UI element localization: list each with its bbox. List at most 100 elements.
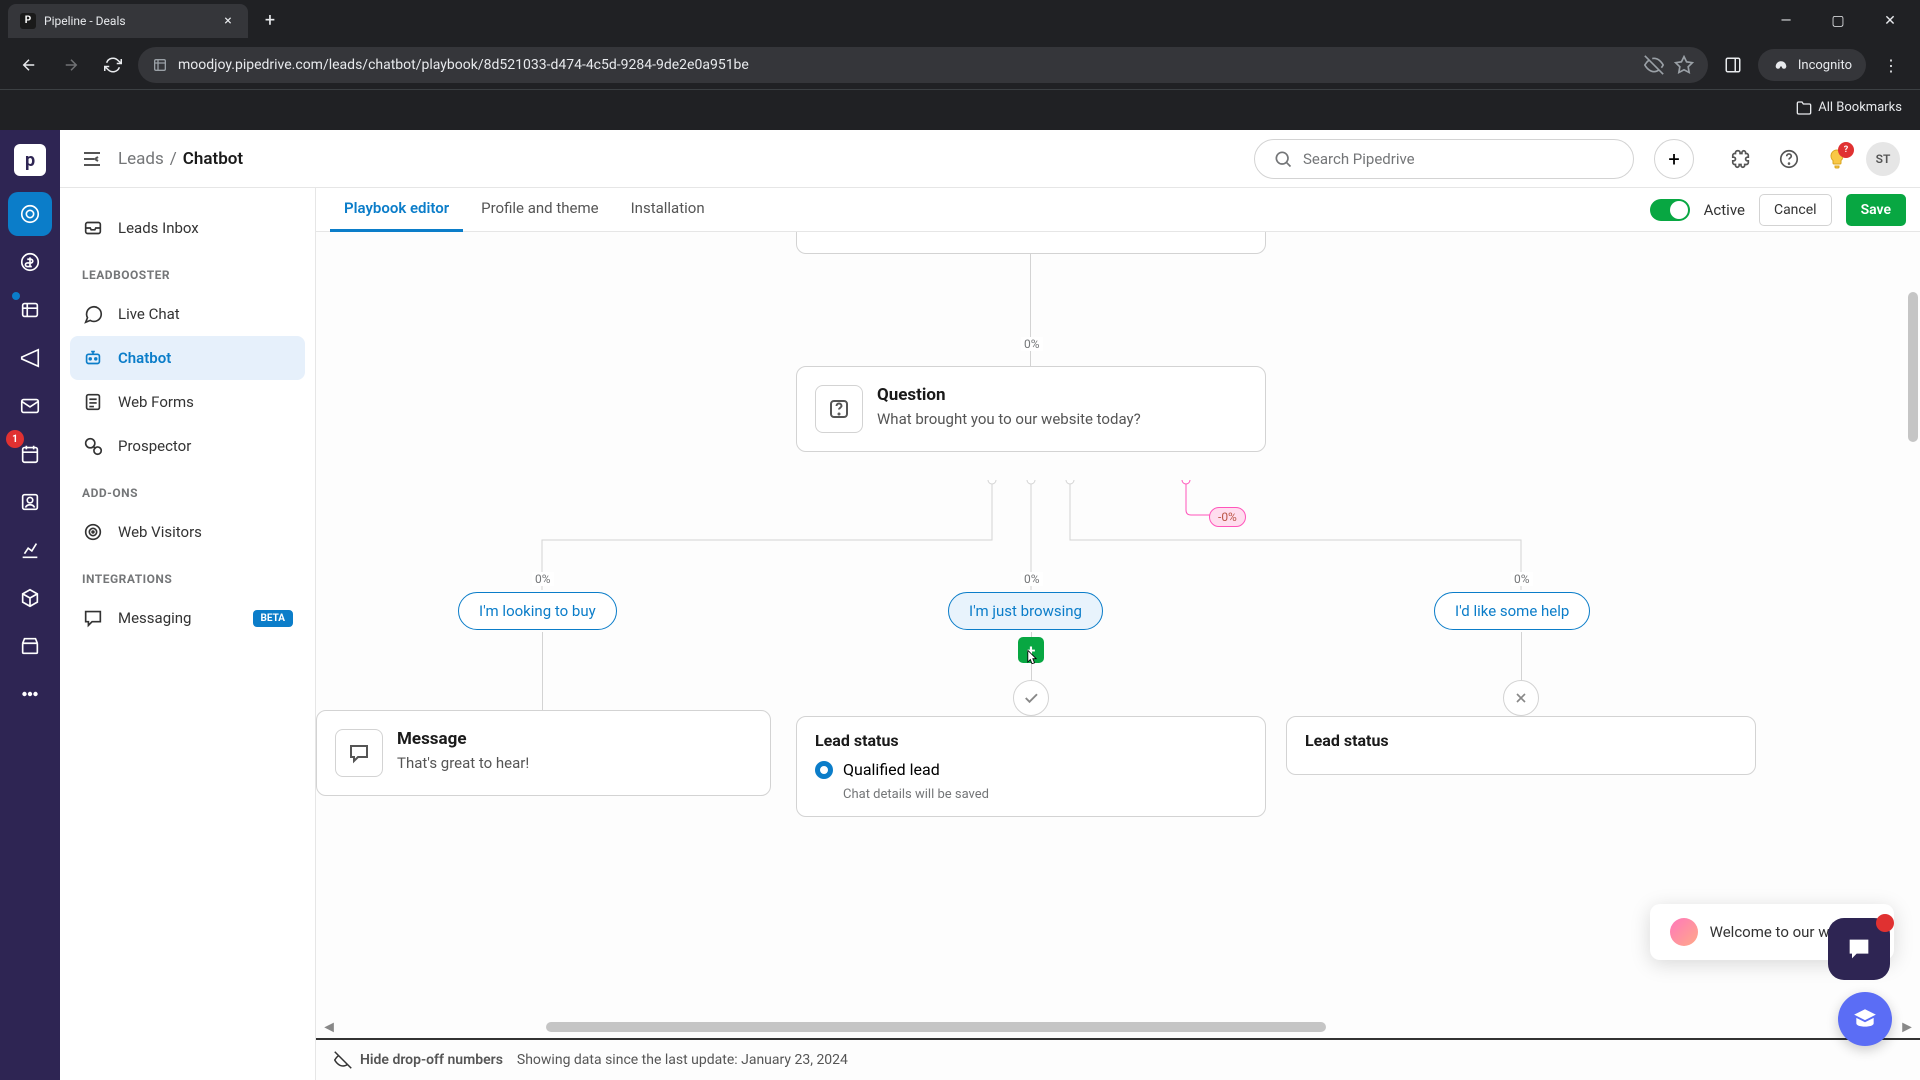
help-icon[interactable] [1770, 140, 1808, 178]
flow-node-question[interactable]: Question What brought you to our website… [796, 366, 1266, 452]
forward-button[interactable] [54, 48, 88, 82]
minimize-button[interactable]: — [1764, 6, 1808, 36]
flow-node-lead-status[interactable]: Lead status Qualified lead Chat details … [796, 716, 1266, 817]
tab-profile-theme[interactable]: Profile and theme [467, 188, 612, 232]
maximize-button[interactable]: ▢ [1816, 6, 1860, 36]
chat-icon [82, 303, 104, 325]
incognito-eye-icon[interactable] [1644, 55, 1664, 75]
radio-selected-icon[interactable] [815, 761, 833, 779]
footer-info: Showing data since the last update: Janu… [517, 1052, 848, 1068]
url-bar[interactable]: moodjoy.pipedrive.com/leads/chatbot/play… [138, 47, 1708, 83]
node-title: Question [877, 385, 1247, 405]
playbook-canvas[interactable]: 0% Question What brought you to our webs… [316, 232, 1920, 1080]
active-toggle[interactable] [1650, 199, 1690, 221]
extensions-icon[interactable] [1722, 140, 1760, 178]
scrollbar-thumb[interactable] [546, 1022, 1326, 1032]
rail-item-more[interactable] [8, 672, 52, 716]
breadcrumb-parent[interactable]: Leads [118, 149, 164, 169]
message-node-icon [335, 729, 383, 777]
sidebar-item-live-chat[interactable]: Live Chat [70, 292, 305, 336]
beta-badge: BETA [253, 610, 294, 627]
back-button[interactable] [12, 48, 46, 82]
rail-item-projects[interactable] [8, 288, 52, 332]
cancel-button[interactable]: Cancel [1759, 194, 1832, 226]
hide-dropoff-link[interactable]: Hide drop-off numbers [334, 1051, 503, 1069]
search-input[interactable]: Search Pipedrive [1254, 139, 1634, 179]
question-icon [815, 385, 863, 433]
scroll-left-icon[interactable]: ◄ [322, 1020, 336, 1034]
chat-bubble-icon [1845, 935, 1873, 963]
flow-node-message[interactable]: Message That's great to hear! [316, 710, 771, 796]
status-close-icon[interactable] [1503, 680, 1539, 716]
collapse-sidebar-icon[interactable] [80, 147, 104, 171]
add-node-button[interactable] [1018, 637, 1044, 663]
close-window-button[interactable]: ✕ [1868, 6, 1912, 36]
sidebar-item-chatbot[interactable]: Chatbot [70, 336, 305, 380]
incognito-badge[interactable]: Incognito [1758, 49, 1866, 81]
all-bookmarks-label: All Bookmarks [1818, 100, 1902, 115]
status-check-icon[interactable] [1013, 680, 1049, 716]
horizontal-scrollbar[interactable]: ◄ ► [316, 1020, 1920, 1034]
add-button[interactable]: + [1654, 139, 1694, 179]
all-bookmarks-link[interactable]: All Bookmarks [1796, 100, 1902, 116]
side-panel-icon[interactable] [1716, 48, 1750, 82]
eye-off-icon [334, 1051, 352, 1069]
browser-menu-icon[interactable]: ⋮ [1874, 48, 1908, 82]
rail-badge: 1 [6, 430, 24, 448]
notification-dot-icon [1876, 914, 1894, 932]
flow-node-ghost[interactable] [796, 232, 1266, 254]
reload-button[interactable] [96, 48, 130, 82]
save-button[interactable]: Save [1846, 194, 1906, 226]
rail-item-products[interactable] [8, 576, 52, 620]
connector-line [542, 632, 543, 712]
sidebar-item-web-forms[interactable]: Web Forms [70, 380, 305, 424]
scrollbar-thumb[interactable] [1908, 292, 1918, 442]
notification-dot-icon [12, 292, 20, 300]
sidebar-item-label: Web Visitors [118, 523, 202, 541]
sidebar-item-web-visitors[interactable]: Web Visitors [70, 510, 305, 554]
site-settings-icon [152, 57, 168, 73]
bookmark-star-icon[interactable] [1674, 55, 1694, 75]
sidebar-item-prospector[interactable]: Prospector [70, 424, 305, 468]
rail-item-contacts[interactable] [8, 480, 52, 524]
sidebar-item-label: Live Chat [118, 305, 180, 323]
sidebar-heading-integrations: INTEGRATIONS [70, 554, 305, 596]
tab-close-icon[interactable]: × [220, 13, 236, 29]
canvas-footer: Hide drop-off numbers Showing data since… [316, 1038, 1920, 1080]
tab-title: Pipeline - Deals [44, 14, 212, 28]
rail-item-insights[interactable] [8, 528, 52, 572]
search-placeholder: Search Pipedrive [1303, 150, 1415, 168]
tab-installation[interactable]: Installation [617, 188, 719, 232]
rail-item-mail[interactable] [8, 384, 52, 428]
tips-icon[interactable]: ? [1818, 140, 1856, 178]
sidebar-item-leads-inbox[interactable]: Leads Inbox [70, 206, 305, 250]
rail-item-leads[interactable] [8, 192, 52, 236]
rail-item-marketplace[interactable] [8, 624, 52, 668]
dropoff-badge: -0% [1209, 507, 1246, 527]
message-icon [82, 607, 104, 629]
tab-playbook-editor[interactable]: Playbook editor [330, 188, 463, 232]
choice-chip-help[interactable]: I'd like some help [1434, 592, 1590, 630]
flow-node-lead-status-right[interactable]: Lead status [1286, 716, 1756, 775]
incognito-icon [1772, 56, 1790, 74]
chat-fab[interactable] [1828, 918, 1890, 980]
tips-badge: ? [1838, 142, 1854, 158]
academy-fab[interactable] [1838, 992, 1892, 1046]
tab-favicon: P [20, 13, 36, 29]
url-text: moodjoy.pipedrive.com/leads/chatbot/play… [178, 57, 1634, 73]
choice-chip-buy[interactable]: I'm looking to buy [458, 592, 617, 630]
rail-item-campaigns[interactable] [8, 336, 52, 380]
sidebar-item-messaging[interactable]: Messaging BETA [70, 596, 305, 640]
browser-tab[interactable]: P Pipeline - Deals × [8, 4, 248, 38]
bot-icon [82, 347, 104, 369]
app-logo[interactable]: p [14, 144, 46, 176]
vertical-scrollbar[interactable] [1906, 232, 1920, 1020]
graduation-cap-icon [1852, 1006, 1878, 1032]
breadcrumb: Leads / Chatbot [118, 149, 243, 169]
rail-item-deals[interactable] [8, 240, 52, 284]
user-avatar[interactable]: ST [1866, 142, 1900, 176]
choice-chip-browsing[interactable]: I'm just browsing [948, 592, 1103, 630]
new-tab-button[interactable]: + [256, 7, 284, 35]
scroll-right-icon[interactable]: ► [1900, 1020, 1914, 1034]
rail-item-activities[interactable]: 1 [8, 432, 52, 476]
